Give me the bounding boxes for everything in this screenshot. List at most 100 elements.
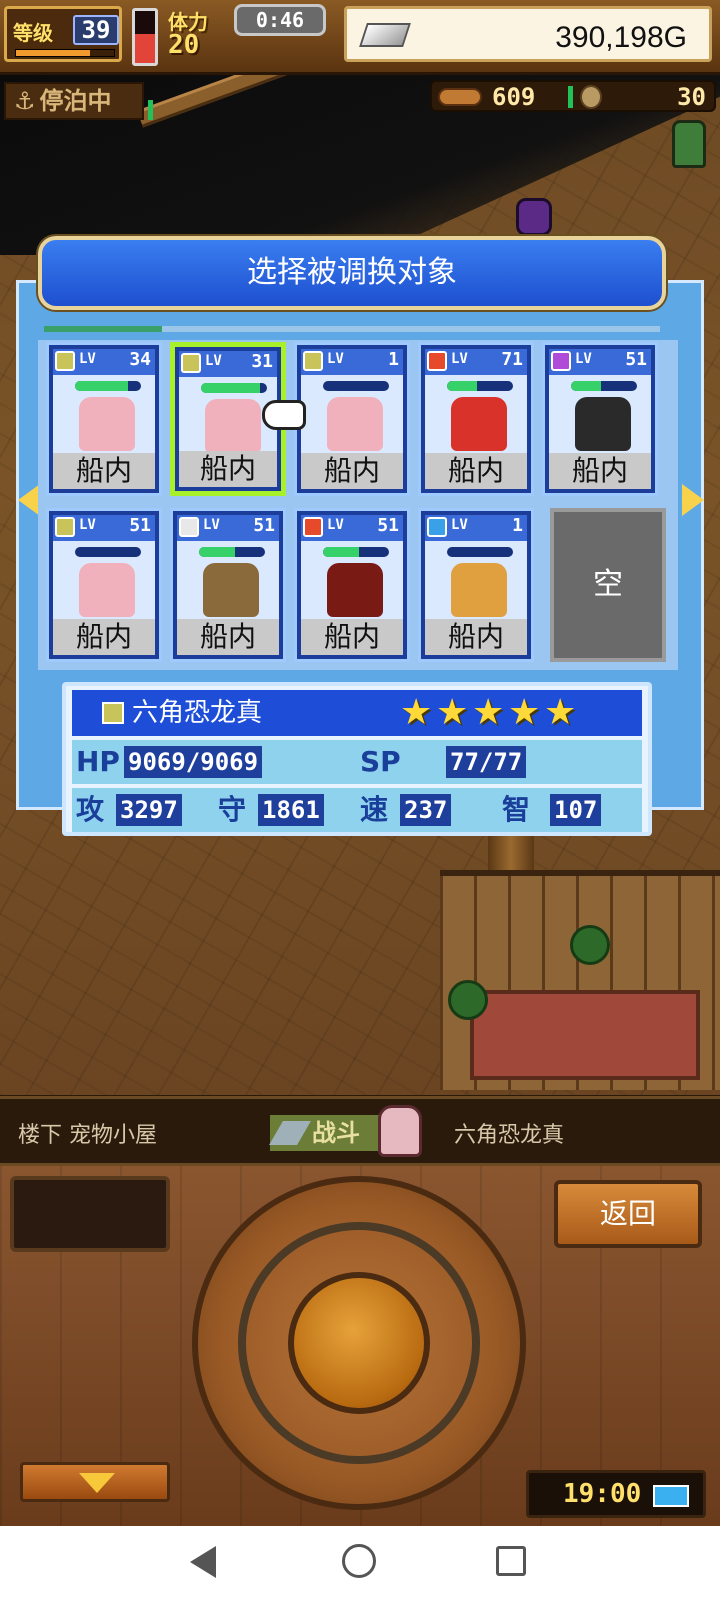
sword-icon [269,1121,311,1145]
hp-bar [75,547,141,557]
card-portrait [301,375,403,453]
dialog-header: 选择被调换对象 [38,236,666,310]
pet-name: 六角恐龙真 [132,698,263,728]
pet-level: 51 [253,515,275,536]
card-portrait [425,375,527,453]
hp-bar [323,381,389,391]
pet-level: 51 [377,515,399,536]
npc-crew-green[interactable] [672,120,706,168]
pet-card[interactable]: LV 51 船内 [46,508,162,662]
def-stat: 守 1861 [214,788,354,832]
pet-level: 51 [625,349,647,370]
dpad[interactable] [192,1176,526,1510]
hp-bar-fill [447,381,477,391]
card-portrait [301,541,403,619]
star-icon: ★ [400,692,433,733]
nav-back-icon[interactable] [190,1546,216,1578]
element-icon [551,351,571,371]
pet-sprite [79,563,135,617]
pet-card[interactable]: LV 51 船内 [542,342,658,496]
dpad-center-button[interactable] [288,1272,430,1414]
nav-recents-icon[interactable] [496,1546,526,1576]
rarity-stars: ★ ★ ★ ★ ★ [400,694,580,732]
level-panel: 等级 39 [4,6,122,62]
pet-level: 1 [388,349,399,370]
npc-crew-purple[interactable] [516,198,552,236]
int-label: 智 [502,793,531,826]
card-portrait [177,541,279,619]
pet-sprite [327,397,383,451]
left-shortcut-slot[interactable] [10,1176,170,1252]
sp-label: SP [360,745,401,778]
pet-sprite [451,563,507,617]
card-header: LV 1 [301,349,403,375]
spd-stat: 速 237 [356,788,496,832]
element-icon [179,517,199,537]
lv-label: LV [451,517,468,533]
stamina-timer: 0:46 [234,4,326,36]
back-button[interactable]: 返回 [554,1180,702,1248]
resource-panel: 609 30 [430,80,716,112]
stat-row-hp-sp: HP 9069/9069 SP 77/77 [72,740,642,784]
hp-bar [75,381,141,391]
star-icon: ★ [508,692,541,733]
status-strip: 楼下 宠物小屋 战斗 六角恐龙真 [0,1096,720,1166]
page-right-arrow-icon[interactable] [682,484,704,516]
pet-location: 船内 [179,451,277,487]
pet-location: 船内 [177,619,279,655]
page-left-arrow-icon[interactable] [18,484,40,516]
medal-count: 30 [677,83,706,111]
card-portrait [549,375,651,453]
element-icon [55,351,75,371]
atk-value: 3297 [116,794,182,826]
pet-card[interactable]: LV 34 船内 [46,342,162,496]
lv-label: LV [451,351,468,367]
atk-stat: 攻 3297 [72,788,212,832]
food-icon [438,88,482,106]
empty-pet-slot[interactable]: 空 [550,508,666,662]
pet-card[interactable]: LV 1 船内 [294,342,410,496]
def-label: 守 [218,793,247,826]
lv-label: LV [575,351,592,367]
battle-label: 战斗 [312,1119,360,1147]
level-value: 39 [73,15,119,45]
dialog-scrollbar[interactable] [44,326,660,332]
star-icon: ★ [544,692,577,733]
element-icon [303,351,323,371]
battle-pet-sprite [378,1105,422,1157]
stamina-value: 20 [168,30,200,60]
card-portrait [53,541,155,619]
cabin-rug [470,990,700,1080]
docked-status: ⚓ 停泊中 [4,82,144,120]
element-icon [303,517,323,537]
pet-location: 船内 [53,619,155,655]
pet-card[interactable]: LV 1 船内 [418,508,534,662]
level-progress-fill [16,50,90,56]
dialog-scroll-thumb[interactable] [44,326,162,332]
nav-home-icon[interactable] [342,1544,376,1578]
pointing-hand-icon [262,400,306,430]
pet-location: 船内 [425,619,527,655]
element-icon [181,353,201,373]
pet-location: 船内 [301,619,403,655]
def-value: 1861 [258,794,324,826]
lv-label: LV [79,351,96,367]
card-header: LV 34 [53,349,155,375]
potted-plant [448,980,488,1020]
lv-label: LV [79,517,96,533]
pet-card[interactable]: LV 71 船内 [418,342,534,496]
hp-bar [323,547,389,557]
pet-sprite [79,397,135,451]
pet-card[interactable]: LV 51 船内 [170,508,286,662]
chevron-down-icon [79,1473,115,1493]
top-hud: 等级 39 体力 20 0:46 390,198G [0,0,720,75]
lv-label: LV [205,353,222,369]
menu-down-button[interactable] [20,1462,170,1502]
pet-level: 71 [501,349,523,370]
hp-label: HP [76,745,120,778]
stamina-gauge-fill [135,34,155,63]
hp-bar-fill [199,547,236,557]
clock-panel: 19:00 [526,1470,706,1518]
pet-card[interactable]: LV 51 船内 [294,508,410,662]
star-icon: ★ [436,692,469,733]
